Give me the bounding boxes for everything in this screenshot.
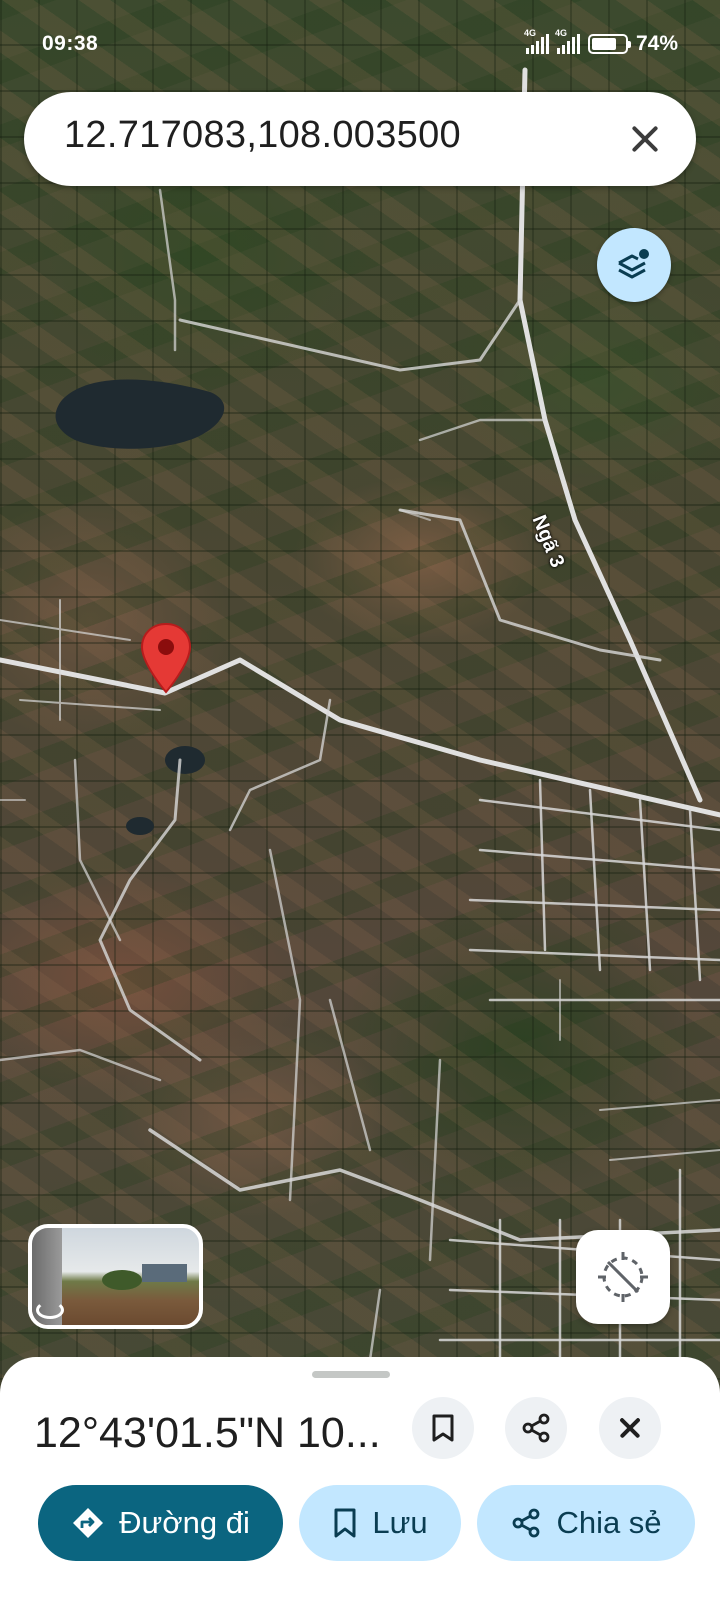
layers-icon — [618, 249, 649, 279]
close-icon[interactable] — [620, 114, 670, 164]
signal-icon: 4G — [524, 28, 549, 54]
network-type-label: 4G — [554, 28, 567, 38]
save-button[interactable]: Lưu — [299, 1485, 461, 1561]
my-location-button[interactable] — [576, 1230, 670, 1324]
battery-icon — [587, 34, 631, 54]
status-time: 09:38 — [42, 32, 99, 55]
save-label: Lưu — [372, 1505, 428, 1540]
search-bar[interactable]: 12.717083,108.003500 — [24, 92, 696, 186]
layers-button[interactable] — [597, 228, 671, 302]
bookmark-icon — [432, 1414, 454, 1442]
close-sheet-button[interactable] — [599, 1397, 661, 1459]
action-buttons: Đường đi Lưu Chia sẻ — [0, 1485, 720, 1561]
status-bar: 09:38 4G 4G 74% — [0, 28, 720, 62]
share-icon — [522, 1413, 550, 1443]
bookmark-icon — [334, 1508, 356, 1538]
battery-percent: 74% — [635, 32, 678, 55]
share-icon — [513, 1508, 540, 1538]
street-view-icon — [36, 1301, 64, 1319]
status-icons: 4G 4G 74% — [524, 28, 678, 56]
place-title: 12°43'01.5"N 10... — [34, 1409, 381, 1457]
pond — [126, 817, 154, 835]
place-bottom-sheet[interactable]: 12°43'01.5"N 10... Đường đi Lưu Chia sẻ — [0, 1357, 720, 1610]
directions-button[interactable]: Đường đi — [38, 1485, 283, 1561]
search-query[interactable]: 12.717083,108.003500 — [64, 114, 461, 157]
thumbnail-house — [142, 1264, 187, 1282]
thumbnail-bush — [102, 1270, 142, 1290]
network-type-label: 4G — [523, 28, 536, 38]
location-pin-icon[interactable] — [140, 622, 192, 694]
close-icon — [617, 1415, 643, 1441]
main-road — [0, 657, 720, 818]
share-button[interactable]: Chia sẻ — [477, 1485, 695, 1561]
share-icon-button[interactable] — [505, 1397, 567, 1459]
battery-fill — [591, 38, 616, 50]
save-icon-button[interactable] — [412, 1397, 474, 1459]
signal-icon: 4G — [555, 28, 580, 54]
street-view-thumbnail[interactable] — [28, 1224, 203, 1329]
lake — [55, 379, 225, 449]
sheet-drag-handle[interactable] — [312, 1371, 390, 1378]
share-label: Chia sẻ — [556, 1505, 662, 1540]
directions-label: Đường đi — [119, 1505, 250, 1540]
pond — [165, 746, 205, 774]
location-disabled-icon — [598, 1252, 648, 1302]
directions-icon — [73, 1508, 104, 1538]
